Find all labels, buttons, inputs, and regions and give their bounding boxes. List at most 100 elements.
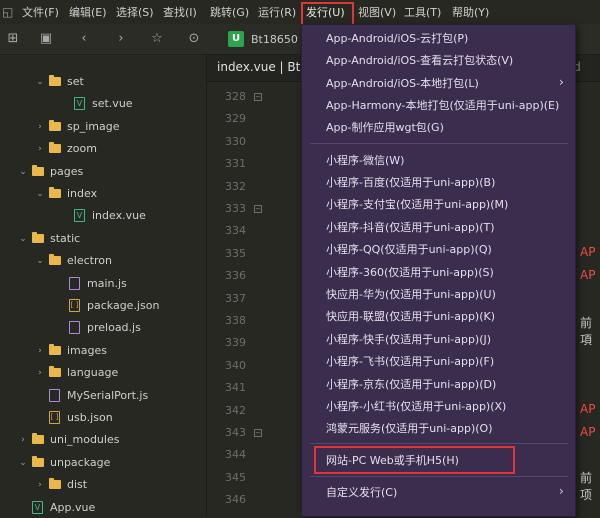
menu-bar: 文件(F) 编辑(E) 选择(S) 查找(I) 跳转(G) 运行(R) 发行(U…	[0, 0, 600, 24]
js-file-icon	[49, 388, 60, 402]
publish-menu-item[interactable]: 小程序-京东(仅适用于uni-app)(D)	[326, 377, 496, 393]
publish-menu-item[interactable]: 小程序-飞书(仅适用于uni-app)(F)	[326, 354, 494, 370]
publish-menu-item[interactable]: 小程序-抖音(仅适用于uni-app)(T)	[326, 220, 495, 236]
chevron-down-icon[interactable]: ⌄	[35, 184, 45, 204]
menu-edit[interactable]: 编辑(E)	[69, 5, 107, 20]
folder-icon	[49, 254, 61, 266]
publish-menu-item[interactable]: 小程序-百度(仅适用于uni-app)(B)	[326, 175, 495, 191]
tree-item-label: usb.json	[67, 411, 113, 424]
menu-select[interactable]: 选择(S)	[116, 5, 154, 20]
folder-icon	[49, 343, 61, 355]
publish-menu-item[interactable]: App-Android/iOS-本地打包(L)	[326, 76, 479, 92]
line-number: 332	[225, 179, 246, 193]
tree-item-package-json[interactable]: [ ] package.json	[0, 296, 207, 316]
menu-separator	[310, 443, 568, 444]
line-number: 333	[225, 202, 246, 215]
back-icon[interactable]: ‹	[75, 30, 93, 48]
tree-item-set[interactable]: ⌄ set	[0, 72, 207, 92]
folder-icon	[49, 119, 61, 131]
tree-item-dist[interactable]: › dist	[0, 475, 207, 495]
tree-item-label: set	[67, 75, 84, 88]
fold-toggle-icon[interactable]: −	[254, 429, 262, 437]
tree-item-label: MySerialPort.js	[67, 388, 149, 402]
tree-item-myserialport-js[interactable]: MySerialPort.js	[0, 386, 207, 406]
line-number: 335	[225, 246, 246, 260]
line-number: 338	[225, 314, 246, 327]
tree-item-label: electron	[67, 254, 112, 268]
tree-item-label: index.vue	[92, 209, 146, 223]
menu-run[interactable]: 运行(R)	[258, 5, 296, 20]
publish-menu-item[interactable]: 鸿蒙元服务(仅适用于uni-app)(O)	[326, 421, 493, 437]
chevron-right-icon[interactable]: ›	[18, 430, 28, 450]
tree-item-main-js[interactable]: main.js	[0, 274, 207, 294]
tree-item-set-vue[interactable]: Vset.vue	[0, 94, 207, 114]
menu-view[interactable]: 视图(V)	[358, 5, 396, 20]
chevron-down-icon[interactable]: ⌄	[18, 162, 28, 182]
tree-item-images[interactable]: › images	[0, 341, 207, 361]
publish-menu-item[interactable]: 自定义发行(C)	[326, 485, 397, 501]
tree-item-index-vue[interactable]: Vindex.vue	[0, 206, 207, 226]
line-number: 342	[225, 403, 246, 417]
publish-menu-item[interactable]: 小程序-小红书(仅适用于uni-app)(X)	[326, 399, 506, 415]
chevron-right-icon[interactable]: ›	[35, 117, 45, 137]
publish-menu-item[interactable]: App-制作应用wgt包(G)	[326, 120, 444, 136]
chevron-down-icon[interactable]: ⌄	[35, 72, 45, 92]
fold-toggle-icon[interactable]: −	[254, 205, 262, 213]
chevron-down-icon[interactable]: ⌄	[35, 251, 45, 271]
line-number: 330	[225, 134, 246, 148]
publish-menu-item[interactable]: App-Android/iOS-查看云打包状态(V)	[326, 53, 513, 69]
breadcrumb[interactable]: Bt18650	[251, 33, 298, 46]
chevron-right-icon[interactable]: ›	[35, 363, 45, 383]
publish-menu-item[interactable]: 小程序-支付宝(仅适用于uni-app)(M)	[326, 197, 508, 213]
line-number: 343	[225, 426, 246, 439]
publish-menu-item[interactable]: 小程序-QQ(仅适用于uni-app)(Q)	[326, 242, 492, 258]
chevron-right-icon[interactable]: ›	[35, 139, 45, 159]
line-number: 331	[225, 157, 246, 171]
code-fragment: AP	[580, 425, 596, 439]
tree-item-zoom[interactable]: › zoom	[0, 139, 207, 159]
tree-item-preload-js[interactable]: preload.js	[0, 318, 207, 338]
folder-icon	[49, 366, 61, 378]
tree-item-usb-json[interactable]: [ ] usb.json	[0, 408, 207, 428]
chevron-down-icon[interactable]: ⌄	[18, 229, 28, 249]
menu-tools[interactable]: 工具(T)	[404, 5, 441, 20]
tree-item-language[interactable]: › language	[0, 363, 207, 383]
submenu-arrow-icon: ›	[559, 484, 564, 498]
tree-item-pages[interactable]: ⌄ pages	[0, 162, 207, 182]
tree-item-unpackage[interactable]: ⌄ unpackage	[0, 453, 207, 473]
run-icon[interactable]: ⊙	[185, 30, 203, 48]
folder-icon	[32, 231, 44, 243]
menu-help[interactable]: 帮助(Y)	[452, 5, 489, 20]
menu-goto[interactable]: 跳转(G)	[210, 5, 249, 20]
menu-file[interactable]: 文件(F)	[22, 5, 59, 20]
tree-item-label: App.vue	[50, 500, 96, 514]
chevron-right-icon[interactable]: ›	[35, 341, 45, 361]
publish-menu-item[interactable]: 小程序-微信(W)	[326, 153, 404, 169]
menu-separator	[310, 476, 568, 477]
tree-item-label: static	[50, 231, 81, 245]
vue-file-icon: V	[74, 97, 85, 111]
tree-item-label: dist	[67, 478, 88, 492]
save-icon[interactable]: ▣	[37, 30, 55, 48]
publish-menu-item[interactable]: 快应用-联盟(仅适用于uni-app)(K)	[326, 309, 495, 325]
tree-item-sp-image[interactable]: › sp_image	[0, 117, 207, 137]
new-file-icon[interactable]: ⊞	[4, 30, 22, 48]
tree-item-index[interactable]: ⌄ index	[0, 184, 207, 204]
tree-item-label: index	[67, 187, 98, 200]
publish-menu-item[interactable]: 小程序-快手(仅适用于uni-app)(J)	[326, 332, 491, 348]
menu-find[interactable]: 查找(I)	[163, 5, 197, 20]
tree-item-static[interactable]: ⌄ static	[0, 229, 207, 249]
publish-menu-item[interactable]: App-Android/iOS-云打包(P)	[326, 31, 468, 47]
tree-item-label: zoom	[67, 142, 97, 156]
tree-item-uni-modules[interactable]: › uni_modules	[0, 430, 207, 450]
publish-menu-item[interactable]: 快应用-华为(仅适用于uni-app)(U)	[326, 287, 496, 303]
forward-icon[interactable]: ›	[112, 30, 130, 48]
chevron-right-icon[interactable]: ›	[35, 475, 45, 495]
star-icon[interactable]: ☆	[148, 30, 166, 48]
tree-item-app-vue[interactable]: V App.vue	[0, 498, 207, 518]
chevron-down-icon[interactable]: ⌄	[18, 453, 28, 473]
tree-item-electron[interactable]: ⌄ electron	[0, 251, 207, 271]
publish-menu-item[interactable]: 小程序-360(仅适用于uni-app)(S)	[326, 265, 494, 281]
fold-toggle-icon[interactable]: −	[254, 93, 262, 101]
publish-menu-item[interactable]: App-Harmony-本地打包(仅适用于uni-app)(E)	[326, 98, 559, 114]
